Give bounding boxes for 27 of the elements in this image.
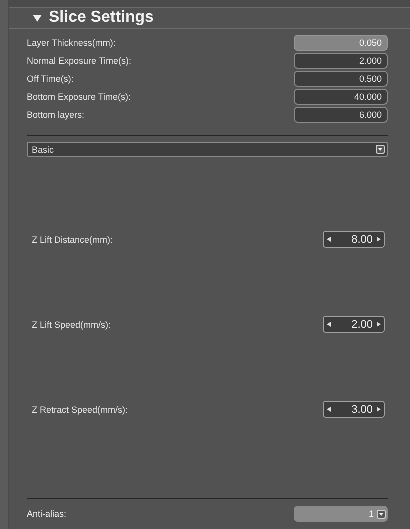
- spinner-label: Z Retract Speed(mm/s):: [31, 404, 128, 414]
- decrement-arrow-icon[interactable]: [327, 407, 331, 412]
- input-field[interactable]: 2.000: [294, 53, 388, 69]
- field-label: Normal Exposure Time(s):: [27, 56, 132, 66]
- field-label: Bottom Exposure Time(s):: [27, 92, 132, 102]
- section-header[interactable]: Slice Settings: [9, 8, 410, 29]
- spinner-label: Z Lift Distance(mm):: [31, 234, 114, 244]
- input-field[interactable]: 0.500: [294, 71, 388, 87]
- field-label: Off Time(s):: [27, 74, 74, 84]
- decrement-arrow-icon[interactable]: [327, 237, 331, 242]
- dropdown-arrow-icon[interactable]: [376, 145, 385, 154]
- increment-arrow-icon[interactable]: [377, 407, 381, 412]
- number-spinner[interactable]: 8.00: [323, 231, 385, 248]
- section-title: Slice Settings: [49, 9, 154, 27]
- anti-alias-label: Anti-alias:: [27, 509, 67, 519]
- number-spinner[interactable]: 3.00: [323, 401, 385, 418]
- field-label: Layer Thickness(mm):: [27, 38, 116, 48]
- input-field[interactable]: 6.000: [294, 107, 388, 123]
- field-label: Bottom layers:: [27, 110, 85, 120]
- spinner-label: Z Lift Speed(mm/s):: [31, 320, 112, 330]
- increment-arrow-icon[interactable]: [377, 322, 381, 327]
- number-spinner[interactable]: 2.00: [323, 316, 385, 333]
- decrement-arrow-icon[interactable]: [327, 322, 331, 327]
- increment-arrow-icon[interactable]: [377, 237, 381, 242]
- collapse-triangle-icon[interactable]: [33, 14, 42, 22]
- mode-dropdown[interactable]: Basic: [27, 142, 388, 157]
- input-field[interactable]: 40.000: [294, 89, 388, 105]
